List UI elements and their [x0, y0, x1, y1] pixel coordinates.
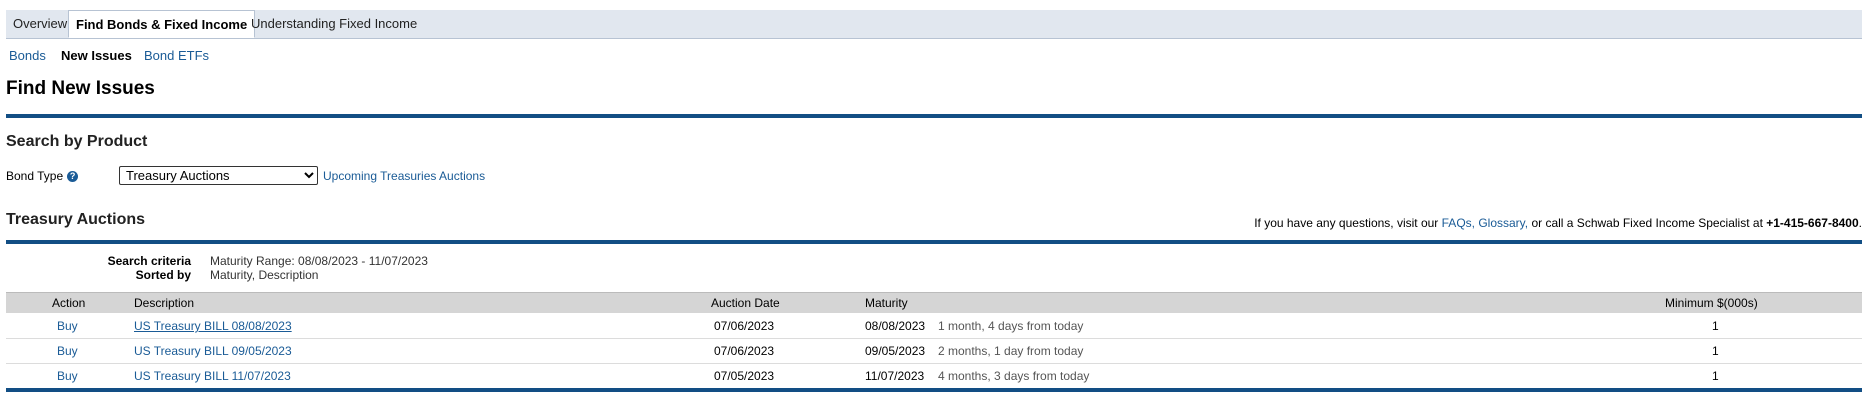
- minimum-amount: 1: [1712, 344, 1719, 358]
- glossary-link[interactable]: Glossary,: [1478, 216, 1528, 230]
- minimum-amount: 1: [1712, 369, 1719, 383]
- search-criteria-value: Maturity Range: 08/08/2023 - 11/07/2023: [210, 254, 428, 268]
- contact-prefix: If you have any questions, visit our: [1254, 216, 1442, 230]
- maturity-relative: 2 months, 1 day from today: [938, 344, 1084, 358]
- sorted-by-value: Maturity, Description: [210, 268, 319, 282]
- maturity-relative: 1 month, 4 days from today: [938, 319, 1084, 333]
- tab-overview[interactable]: Overview: [6, 10, 74, 38]
- subnav-bonds[interactable]: Bonds: [9, 48, 46, 63]
- contact-middle: or call a Schwab Fixed Income Specialist…: [1528, 216, 1767, 230]
- maturity-relative: 4 months, 3 days from today: [938, 369, 1090, 383]
- table-row: Buy US Treasury BILL 09/05/2023 07/06/20…: [6, 339, 1862, 364]
- header-action: Action: [52, 296, 86, 310]
- page-title: Find New Issues: [6, 78, 155, 99]
- search-heading: Search by Product: [6, 133, 148, 150]
- tab-find-bonds[interactable]: Find Bonds & Fixed Income: [68, 10, 256, 38]
- table-row: Buy US Treasury BILL 08/08/2023 07/06/20…: [6, 314, 1862, 339]
- tab-understanding-fixed-income[interactable]: Understanding Fixed Income: [244, 10, 424, 38]
- auction-date: 07/06/2023: [714, 319, 775, 333]
- table-header: Action Description Auction Date Maturity…: [6, 292, 1862, 313]
- header-auction-date[interactable]: Auction Date: [711, 296, 780, 310]
- bond-description-link[interactable]: US Treasury BILL 08/08/2023: [134, 319, 292, 333]
- sorted-by-label: Sorted by: [135, 268, 191, 282]
- table-row: Buy US Treasury BILL 11/07/2023 07/05/20…: [6, 364, 1862, 388]
- top-tab-bar: Overview Find Bonds & Fixed Income Under…: [6, 10, 1862, 39]
- maturity-date: 11/07/2023: [865, 369, 925, 383]
- section-divider: [6, 114, 1862, 118]
- subnav-new-issues[interactable]: New Issues: [61, 48, 132, 63]
- contact-info: If you have any questions, visit our FAQ…: [1254, 216, 1862, 230]
- help-icon[interactable]: ?: [67, 171, 79, 182]
- auction-date: 07/05/2023: [714, 369, 775, 383]
- contact-end: .: [1858, 216, 1862, 230]
- results-divider: [6, 240, 1862, 244]
- faqs-link[interactable]: FAQs,: [1442, 216, 1475, 230]
- auction-date: 07/06/2023: [714, 344, 775, 358]
- buy-link[interactable]: Buy: [57, 344, 78, 358]
- buy-link[interactable]: Buy: [57, 369, 78, 383]
- table-bottom-divider: [6, 388, 1862, 392]
- search-criteria-label: Search criteria: [107, 254, 191, 268]
- header-minimum[interactable]: Minimum $(000s): [1665, 296, 1758, 310]
- maturity-date: 08/08/2023: [865, 319, 926, 333]
- upcoming-auctions-link[interactable]: Upcoming Treasuries Auctions: [323, 169, 485, 183]
- subnav-bond-etfs[interactable]: Bond ETFs: [144, 48, 209, 63]
- header-description[interactable]: Description: [134, 296, 194, 310]
- minimum-amount: 1: [1712, 319, 1719, 333]
- bond-type-label: Bond Type?: [6, 169, 79, 183]
- bond-description-link[interactable]: US Treasury BILL 09/05/2023: [134, 344, 292, 358]
- maturity-date: 09/05/2023: [865, 344, 926, 358]
- header-maturity[interactable]: Maturity: [865, 296, 908, 310]
- buy-link[interactable]: Buy: [57, 319, 78, 333]
- results-heading: Treasury Auctions: [6, 211, 146, 228]
- bond-type-label-text: Bond Type: [6, 169, 64, 183]
- bond-description-link[interactable]: US Treasury BILL 11/07/2023: [134, 369, 291, 383]
- phone-number: +1-415-667-8400: [1766, 216, 1859, 230]
- bond-type-select[interactable]: Treasury Auctions: [119, 166, 318, 185]
